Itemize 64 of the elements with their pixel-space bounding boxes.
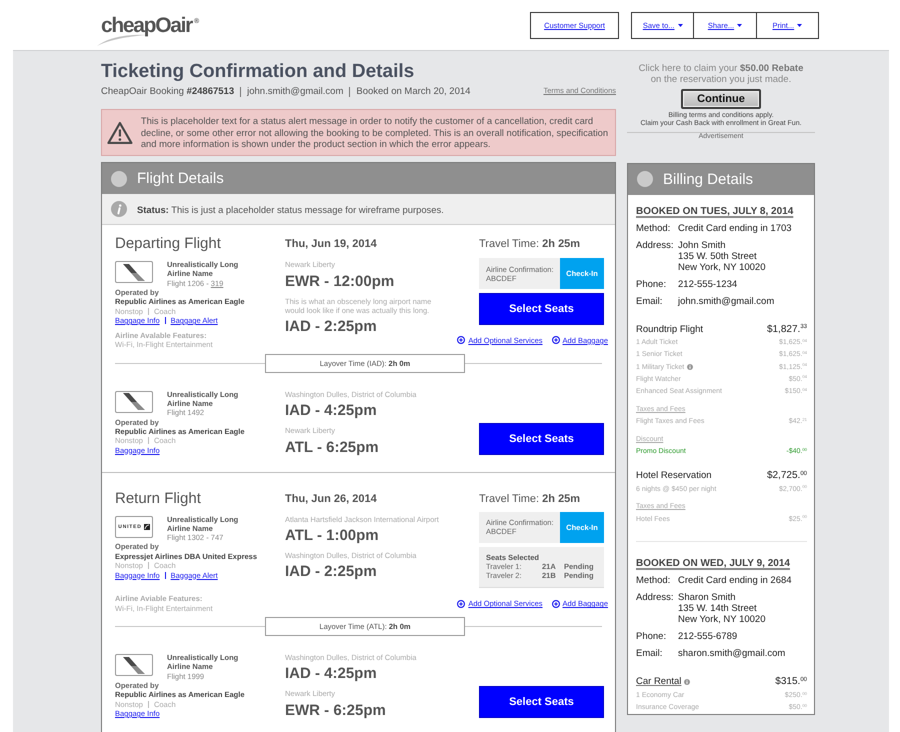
product-total: $2,725.$^{00}$ [766, 470, 807, 482]
select-seats-button[interactable]: Select Seats [479, 422, 604, 455]
product-name: Roundtrip Flight [636, 324, 704, 336]
travel-time: Travel Time: 2h 25m [479, 238, 582, 250]
arrival-time: ATL - 6:25pm [285, 438, 380, 456]
trip-heading: Departing Flight [115, 234, 222, 254]
circle-icon [637, 171, 653, 188]
departure-time: EWR - 12:00pm [285, 272, 396, 290]
detail-label: Phone: [636, 278, 668, 290]
detail-value: Sharon Smith 135 W. 14th Street New York, NY 10020 [678, 592, 766, 626]
plus-circle-icon [457, 336, 466, 344]
panel-title: Billing Details [663, 170, 754, 188]
arrival-time: IAD - 2:25pm [285, 563, 378, 580]
stripes-icon [123, 656, 145, 674]
detail-value: John Smith 135 W. 50th Street New York, NY 10020 [678, 240, 766, 273]
booking-info-text: CheapOair Booking #24867513 [101, 86, 234, 97]
booking-info-text: Booked on March 20, 2014 [356, 86, 470, 97]
detail-value: john.smith@gmail.com [678, 296, 776, 307]
continue-button[interactable]: Continue [681, 89, 761, 109]
select-seats-button[interactable]: Select Seats [479, 293, 604, 326]
detail-label: Address: [636, 592, 674, 606]
panel-title: Flight Details [137, 170, 224, 188]
booking-date-heading: BOOKED ON WED, JULY 9, 2014 [636, 557, 790, 570]
arrival-time: IAD - 2:25pm [285, 318, 378, 336]
detail-value: Credit Card ending in 1703 [678, 222, 793, 234]
warning-icon [107, 120, 133, 145]
plus-circle-icon [552, 336, 560, 344]
product-name: Hotel Reservation [636, 470, 712, 482]
departure-time: ATL - 1:00pm [285, 527, 380, 544]
detail-label: Email: [636, 296, 664, 307]
status-message: Status: This is just a placeholder status message for wireframe purposes. [137, 204, 444, 215]
detail-label: Method: [636, 222, 672, 234]
detail-value: 212-555-1234 [678, 278, 738, 290]
plus-circle-icon [552, 600, 560, 608]
detail-value: Credit Card ending in 2684 [678, 575, 793, 586]
detail-label: Phone: [636, 631, 668, 642]
detail-label: Email: [636, 648, 664, 660]
trip-date: Thu, Jun 26, 2014 [285, 492, 378, 505]
detail-value: 212-555-6789 [678, 631, 738, 642]
product-total: $315.$^{00}$ [775, 676, 807, 688]
stripes-icon [123, 393, 145, 410]
booking-date-heading: BOOKED ON TUES, JULY 8, 2014 [636, 204, 794, 218]
page-title: Ticketing Confirmation and Details [101, 61, 416, 83]
booking-info-text: john.smith@gmail.com [247, 86, 344, 97]
detail-value: sharon.smith@gmail.com [678, 648, 786, 660]
select-seats-button[interactable]: Select Seats [479, 686, 604, 718]
globe-icon [144, 524, 150, 530]
circle-icon [111, 170, 127, 187]
trip-date: Thu, Jun 19, 2014 [285, 238, 378, 250]
logo-wordmark: cheapOair$^{®}$ [101, 13, 200, 38]
detail-label: Address: [636, 240, 674, 253]
plus-circle-icon [457, 600, 466, 608]
stripes-icon [123, 264, 145, 281]
departure-time: IAD - 4:25pm [285, 402, 378, 420]
detail-label: Method: [636, 575, 672, 586]
departure-time: IAD - 4:25pm [285, 665, 378, 682]
product-total: $1,827.$^{33}$ [766, 324, 807, 336]
arrival-time: EWR - 6:25pm [285, 702, 387, 719]
info-icon [111, 201, 127, 218]
product-name[interactable]: Car Rental [636, 676, 682, 688]
alert-message: This is placeholder text for a status alert message in order to notify the customer of a cancellation, credit card decline, or some other error not allowing the booking to be completed. This is an overall notification, specification and more information is shown under the product section in which the error appears. [140, 115, 610, 150]
rebate-offer-text: Click here to claim your $50.00 Rebate on the reservation you just made. [638, 63, 804, 85]
travel-time: Travel Time: 2h 25m [479, 492, 582, 505]
trip-heading: Return Flight [115, 488, 202, 509]
